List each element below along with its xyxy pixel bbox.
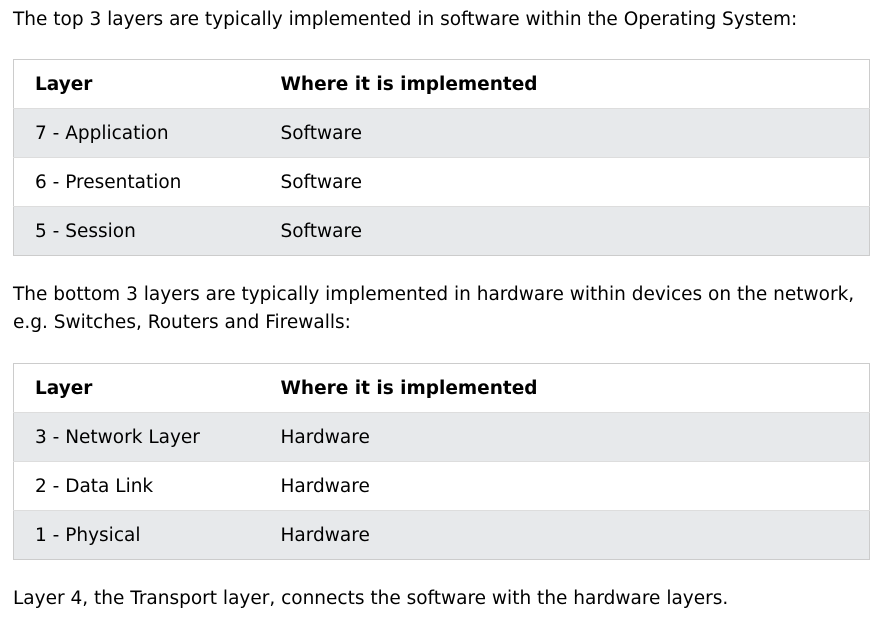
table-row: 1 - Physical Hardware [13,510,870,560]
implementation-cell: Hardware [259,412,870,462]
column-header-layer: Layer [13,363,260,413]
column-header-implementation: Where it is implemented [259,363,870,413]
table-row: 5 - Session Software [13,206,870,256]
column-header-layer: Layer [13,59,260,109]
outro-paragraph: Layer 4, the Transport layer, connects t… [13,588,729,609]
table-row: 2 - Data Link Hardware [13,461,870,511]
implementation-cell: Hardware [259,461,870,511]
table-row: 6 - Presentation Software [13,157,870,207]
bottom-layers-table: Layer Where it is implemented 3 - Networ… [13,363,870,560]
layer-cell: 2 - Data Link [13,461,260,511]
implementation-cell: Hardware [259,510,870,560]
layer-cell: 6 - Presentation [13,157,260,207]
implementation-cell: Software [259,157,870,207]
layer-cell: 3 - Network Layer [13,412,260,462]
table-row: 3 - Network Layer Hardware [13,412,870,462]
table-header-row: Layer Where it is implemented [13,59,870,109]
intro-bottom-paragraph: The bottom 3 layers are typically implem… [13,284,855,333]
column-header-implementation: Where it is implemented [259,59,870,109]
table-header-row: Layer Where it is implemented [13,363,870,413]
layer-cell: 5 - Session [13,206,260,256]
top-layers-table: Layer Where it is implemented 7 - Applic… [13,59,870,256]
implementation-cell: Software [259,108,870,158]
layer-cell: 1 - Physical [13,510,260,560]
implementation-cell: Software [259,206,870,256]
intro-top-paragraph: The top 3 layers are typically implement… [13,9,798,30]
layer-cell: 7 - Application [13,108,260,158]
table-row: 7 - Application Software [13,108,870,158]
